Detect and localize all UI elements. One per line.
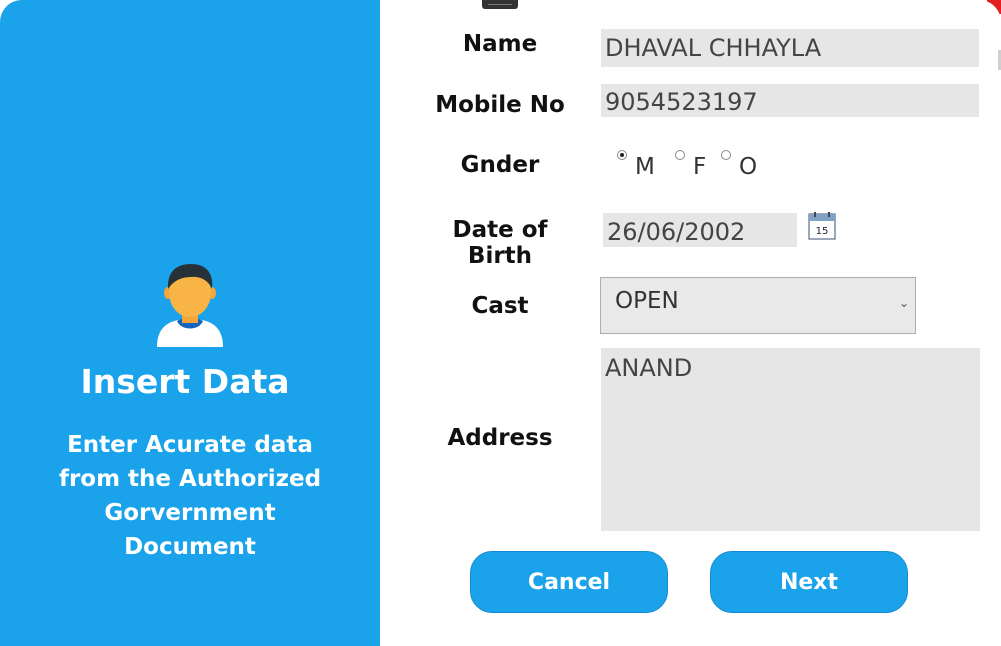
address-label: Address <box>447 425 553 451</box>
page-title: Insert Data <box>80 362 290 401</box>
dob-label: Date of Birth <box>452 217 548 269</box>
radio-button[interactable] <box>721 150 731 160</box>
mobile-field[interactable]: 9054523197 <box>601 84 979 117</box>
name-field[interactable]: DHAVAL CHHAYLA <box>601 29 979 67</box>
address-field[interactable]: ANAND <box>601 348 980 531</box>
gender-radio-m[interactable]: M <box>617 150 677 182</box>
gender-option-label: F <box>693 154 707 180</box>
calendar-day-text: 15 <box>816 226 829 237</box>
radio-button[interactable] <box>675 150 685 160</box>
window-tab-handle <box>482 0 518 9</box>
gender-option-label: M <box>635 154 655 180</box>
calendar-icon[interactable]: 15 <box>808 212 836 240</box>
cancel-button[interactable]: Cancel <box>470 551 668 613</box>
dob-field[interactable]: 26/06/2002 <box>603 213 797 247</box>
cast-label: Cast <box>471 293 529 319</box>
mobile-label: Mobile No <box>435 92 565 118</box>
radio-button-checked[interactable] <box>617 150 627 160</box>
gender-option-label: O <box>739 154 758 180</box>
gender-radio-o[interactable]: O <box>721 150 781 182</box>
chevron-down-icon: ⌄ <box>898 296 909 310</box>
name-label: Name <box>462 31 538 57</box>
gender-label: Gnder <box>460 152 540 178</box>
page-subtitle: Enter Acurate data from the Authorized G… <box>58 432 322 560</box>
user-avatar-icon <box>157 264 223 347</box>
gender-radio-group: M F O <box>617 150 777 182</box>
cast-dropdown[interactable]: OPEN ⌄ <box>600 277 916 334</box>
cast-selected-value: OPEN <box>615 288 679 314</box>
next-button[interactable]: Next <box>710 551 908 613</box>
